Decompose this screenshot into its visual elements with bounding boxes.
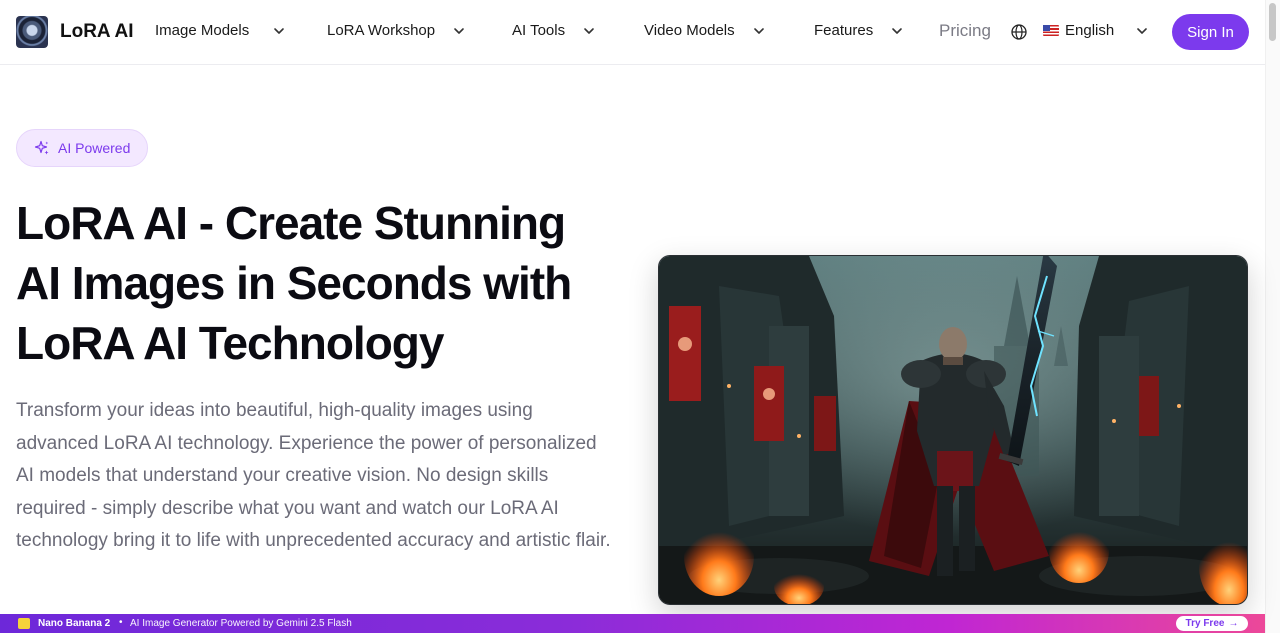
language-selector[interactable]: English — [1043, 22, 1150, 39]
chevron-down-icon — [274, 27, 285, 34]
nav-label: Image Models — [155, 22, 250, 39]
scrollbar-thumb[interactable] — [1269, 3, 1276, 41]
banner-brand: Nano Banana 2 — [38, 618, 111, 629]
nav-label: Video Models — [644, 22, 735, 39]
hero-description: Transform your ideas into beautiful, hig… — [16, 400, 611, 552]
dark-knight-illustration — [659, 256, 1247, 604]
nav-video-models[interactable]: Video Models — [644, 22, 767, 39]
chevron-down-icon — [892, 27, 903, 34]
chevron-down-icon — [454, 27, 464, 34]
banner-separator: • — [119, 617, 123, 628]
nav-image-models[interactable]: Image Models — [155, 22, 287, 39]
chevron-down-icon — [1137, 27, 1148, 34]
nav-pricing[interactable]: Pricing — [939, 21, 991, 41]
us-flag-icon — [1043, 25, 1059, 36]
banana-icon — [18, 618, 30, 629]
nav-label: Features — [814, 22, 874, 39]
chevron-down-icon — [584, 27, 594, 34]
nav-ai-tools[interactable]: AI Tools — [512, 22, 597, 39]
hero-image — [658, 255, 1248, 605]
hero-title: LoRA AI - Create Stunning AI Images in S… — [16, 197, 572, 369]
try-free-label: Try Free — [1185, 618, 1225, 629]
ai-powered-badge: AI Powered — [16, 129, 148, 167]
nav-features[interactable]: Features — [814, 22, 905, 39]
arrow-right-icon: → — [1228, 618, 1239, 629]
globe-icon[interactable] — [1010, 23, 1028, 41]
nav-label: AI Tools — [512, 22, 566, 39]
site-header: LoRA AI Image Models LoRA Workshop AI To… — [0, 0, 1265, 65]
banner-text: AI Image Generator Powered by Gemini 2.5… — [130, 618, 352, 629]
brand[interactable]: LoRA AI — [16, 16, 134, 48]
badge-label: AI Powered — [58, 140, 131, 156]
promo-banner[interactable]: Nano Banana 2 • AI Image Generator Power… — [0, 614, 1265, 633]
nav-label: LoRA Workshop — [327, 22, 436, 39]
language-label: English — [1065, 22, 1115, 39]
brand-name: LoRA AI — [60, 21, 134, 42]
page-scrollbar[interactable] — [1265, 0, 1280, 633]
lora-ai-logo — [16, 16, 48, 48]
chevron-down-icon — [753, 27, 764, 34]
nav-lora-workshop[interactable]: LoRA Workshop — [327, 22, 467, 39]
sparkles-icon — [34, 140, 49, 155]
try-free-button[interactable]: Try Free → — [1176, 616, 1248, 631]
sign-in-button[interactable]: Sign In — [1172, 14, 1249, 50]
